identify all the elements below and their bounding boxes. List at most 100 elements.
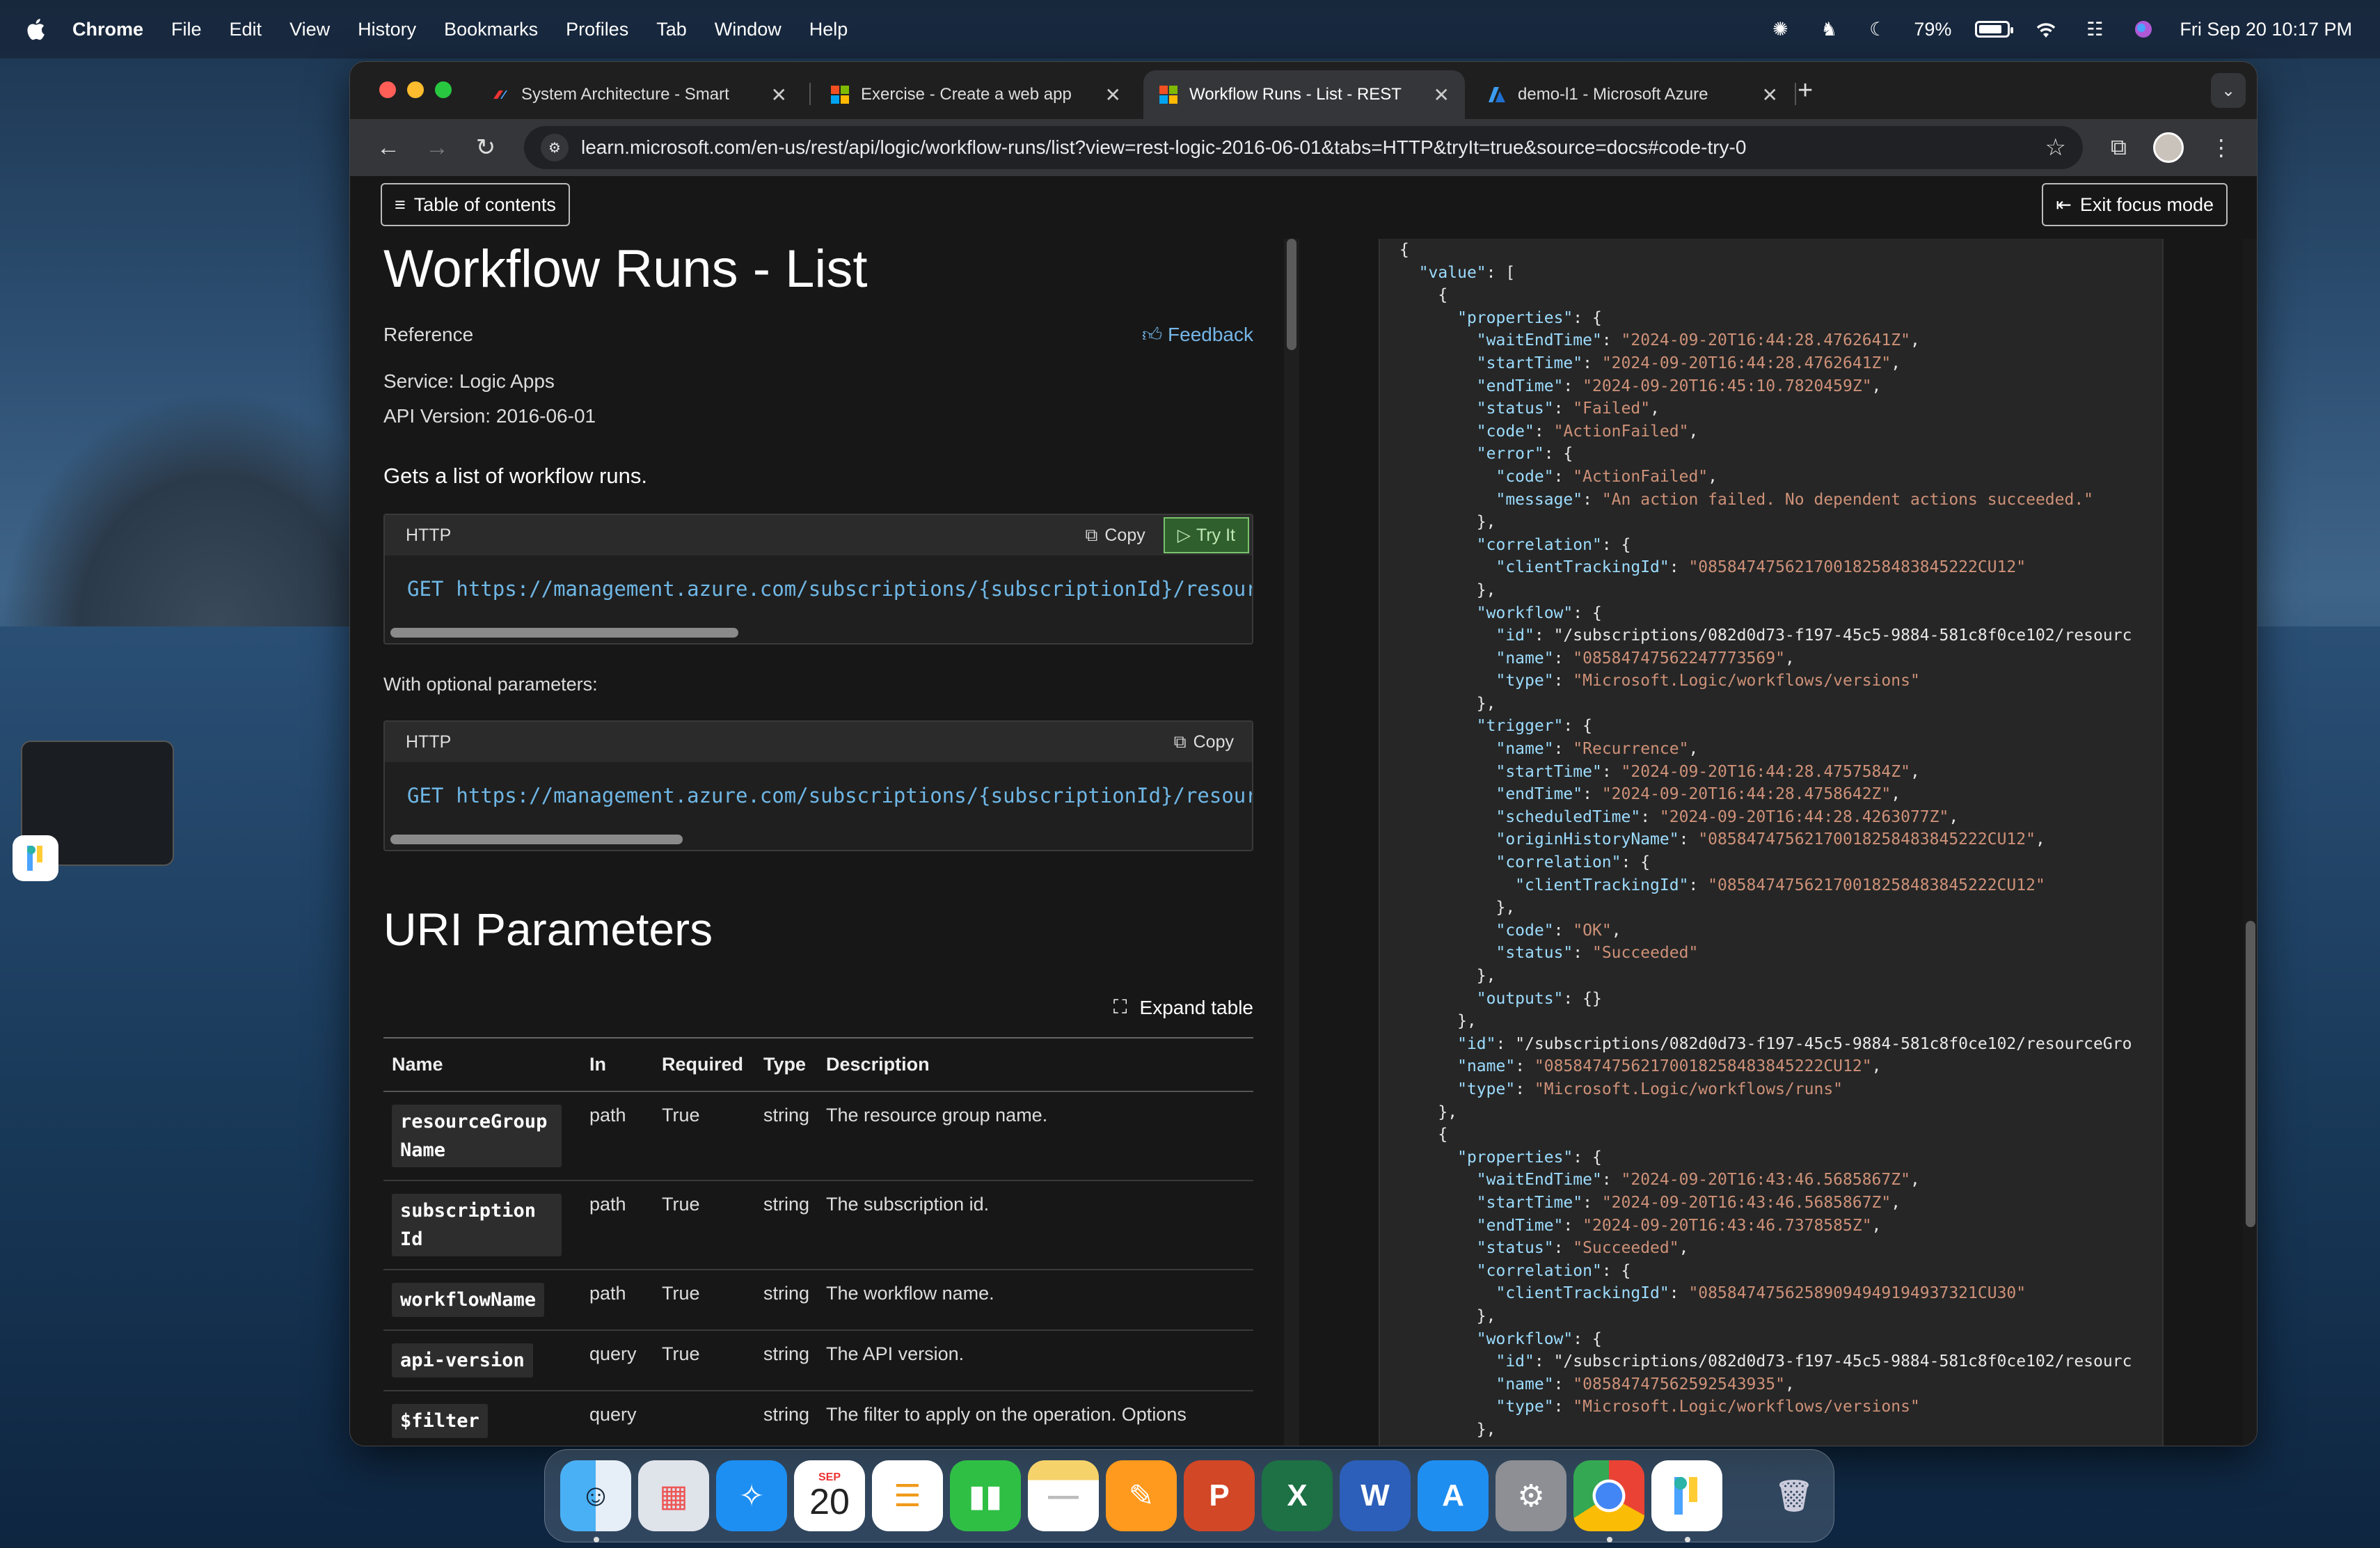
forward-arrow-icon[interactable]: →	[413, 134, 461, 161]
json-line: },	[1399, 1103, 1458, 1121]
close-tab-icon[interactable]: ✕	[1105, 84, 1121, 106]
reminders-icon[interactable]: ☰	[872, 1460, 943, 1531]
close-tab-icon[interactable]: ✕	[1762, 84, 1778, 106]
address-bar[interactable]: ⚙ learn.microsoft.com/en-us/rest/api/log…	[524, 126, 2083, 169]
param-name: api-version	[392, 1343, 533, 1377]
reference-label: Reference	[383, 324, 474, 345]
param-description: The API version.	[818, 1330, 1253, 1391]
focus-moon-icon[interactable]: ☾	[1865, 17, 1890, 42]
powerpoint-icon[interactable]: P	[1184, 1460, 1255, 1531]
control-center-icon[interactable]: ☷	[2082, 17, 2107, 42]
tab-title: demo-l1 - Microsoft Azure	[1518, 85, 1708, 104]
tab-exercise[interactable]: Exercise - Create a web app ✕	[815, 70, 1136, 119]
expand-table-button[interactable]: ⛶ Expand table	[383, 996, 1253, 1019]
param-name: workflowName	[392, 1283, 545, 1317]
http-method: GET	[407, 784, 444, 807]
param-description: The filter to apply on the operation. Op…	[818, 1391, 1253, 1446]
numbers-icon[interactable]: ▮▮	[950, 1460, 1021, 1531]
close-tab-icon[interactable]: ✕	[1434, 84, 1450, 106]
menu-window[interactable]: Window	[715, 19, 782, 40]
safari-icon[interactable]: ✧	[716, 1460, 787, 1531]
extensions-puzzle-icon[interactable]: ⧉	[2111, 134, 2127, 161]
site-info-icon[interactable]: ⚙	[541, 134, 569, 161]
zoom-window-button[interactable]	[435, 81, 452, 98]
minimize-window-button[interactable]	[407, 81, 424, 98]
trash-icon[interactable]: 🗑︎	[1759, 1460, 1830, 1531]
json-line: {	[1399, 286, 1448, 305]
table-of-contents-button[interactable]: ≡ Table of contents	[381, 183, 570, 226]
menu-view[interactable]: View	[289, 19, 330, 40]
pages-icon[interactable]: ✎	[1106, 1460, 1177, 1531]
menu-app-name[interactable]: Chrome	[72, 19, 143, 40]
request-url: https://management.azure.com/subscriptio…	[456, 577, 1252, 601]
app-store-icon[interactable]: A	[1418, 1460, 1489, 1531]
try-it-button[interactable]: ▷ Try It	[1163, 517, 1249, 553]
json-line: "correlation": {	[1476, 535, 1631, 554]
menu-history[interactable]: History	[358, 19, 416, 40]
service-label: Service:	[383, 370, 454, 392]
reload-icon[interactable]: ↻	[461, 134, 510, 161]
calendar-icon[interactable]: SEP 20	[794, 1460, 865, 1531]
bookmark-star-icon[interactable]: ☆	[2045, 134, 2066, 161]
word-icon[interactable]: W	[1340, 1460, 1411, 1531]
passwords-icon[interactable]	[1651, 1460, 1722, 1542]
menu-bookmarks[interactable]: Bookmarks	[444, 19, 538, 40]
menu-file[interactable]: File	[171, 19, 202, 40]
param-description: The workflow name.	[818, 1270, 1253, 1331]
menu-edit[interactable]: Edit	[230, 19, 262, 40]
wifi-icon[interactable]	[2033, 17, 2058, 42]
api-version-line: API Version: 2016-06-01	[383, 405, 1253, 427]
page-scrollbar[interactable]	[2243, 239, 2257, 1446]
json-line: "code": "ActionFailed",	[1496, 467, 1718, 486]
json-line: },	[1399, 580, 1496, 599]
close-tab-icon[interactable]: ✕	[771, 84, 787, 106]
menu-tab[interactable]: Tab	[656, 19, 687, 40]
json-line: "id": "/subscriptions/082d0d73-f197-45c5…	[1496, 626, 2132, 645]
horizontal-scrollbar[interactable]	[385, 622, 1252, 643]
article: Workflow Runs - List Reference 👍︎ Feedba…	[383, 239, 1253, 1446]
chatgpt-icon[interactable]: ✺	[1768, 17, 1793, 42]
menu-clock[interactable]: Fri Sep 20 10:17 PM	[2180, 19, 2352, 40]
back-arrow-icon[interactable]: ←	[364, 134, 413, 161]
tab-workflow-runs[interactable]: Workflow Runs - List - REST ✕	[1143, 70, 1465, 119]
siri-icon[interactable]	[2131, 17, 2156, 42]
notes-icon[interactable]: —	[1028, 1460, 1099, 1531]
passwords-app-icon[interactable]	[13, 835, 58, 881]
menu-help[interactable]: Help	[809, 19, 848, 40]
launchpad-icon[interactable]: ▦	[638, 1460, 709, 1531]
tab-demo-azure[interactable]: demo-l1 - Microsoft Azure ✕	[1472, 70, 1793, 119]
json-line: "id": "/subscriptions/082d0d73-f197-45c5…	[1496, 1352, 2132, 1371]
url-text[interactable]: learn.microsoft.com/en-us/rest/api/logic…	[581, 136, 2045, 159]
battery-icon[interactable]	[1975, 21, 2014, 38]
chrome-icon[interactable]	[1573, 1460, 1644, 1542]
copy-button[interactable]: ⧉ Copy	[1174, 732, 1234, 752]
horizontal-scrollbar[interactable]	[385, 829, 1252, 850]
close-window-button[interactable]	[379, 81, 396, 98]
code-language-label: HTTP	[406, 732, 452, 752]
excel-icon[interactable]: X	[1262, 1460, 1333, 1531]
json-line: "correlation": {	[1476, 1261, 1631, 1280]
system-settings-icon[interactable]: ⚙	[1496, 1460, 1566, 1531]
code-language-label: HTTP	[406, 525, 452, 545]
apple-icon[interactable]	[25, 17, 46, 41]
finder-icon[interactable]: ☺	[560, 1460, 631, 1542]
focus-bar: ≡ Table of contents ⇤ Exit focus mode	[350, 176, 2257, 233]
extension-icon[interactable]: ♞	[1816, 17, 1841, 42]
exit-focus-icon: ⇤	[2056, 194, 2072, 215]
feedback-link[interactable]: 👍︎ Feedback	[1142, 323, 1253, 347]
new-tab-button[interactable]: +	[1798, 76, 1813, 106]
profile-avatar[interactable]	[2152, 132, 2184, 163]
json-line: "correlation": {	[1496, 853, 1651, 872]
copy-button[interactable]: ⧉ Copy	[1086, 526, 1145, 546]
menu-profiles[interactable]: Profiles	[566, 19, 628, 40]
tab-search-chevron-icon[interactable]: ⌄	[2211, 73, 2246, 108]
json-line: "outputs": {}	[1476, 989, 1602, 1008]
description: Gets a list of workflow runs.	[383, 464, 648, 488]
menu-lines-icon: ≡	[395, 194, 406, 215]
column-header: Required	[653, 1038, 755, 1092]
more-menu-icon[interactable]: ⋮	[2210, 134, 2232, 161]
article-scrollbar[interactable]	[1284, 239, 1299, 1446]
exit-focus-mode-button[interactable]: ⇤ Exit focus mode	[2042, 183, 2228, 226]
table-row: $filter query string The filter to apply…	[383, 1391, 1253, 1446]
tab-system-architecture[interactable]: System Architecture - Smart ✕	[475, 70, 802, 119]
